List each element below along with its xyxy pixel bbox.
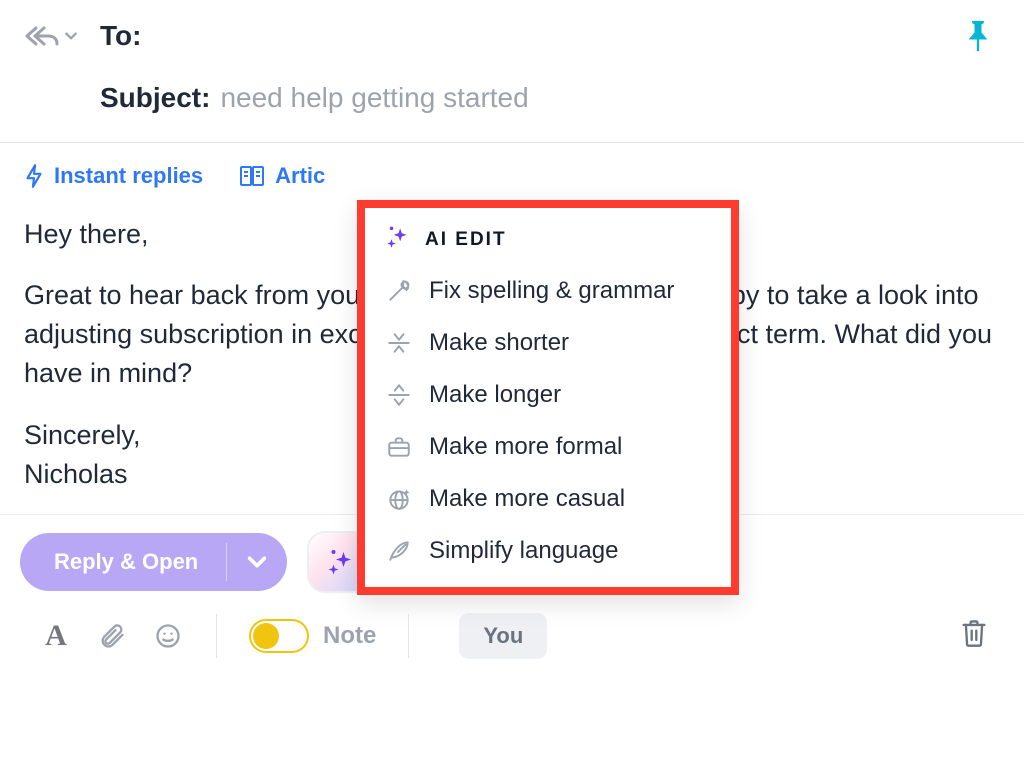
feather-icon <box>385 537 413 565</box>
delete-button[interactable] <box>960 618 988 653</box>
compose-header: To: Subject: need help getting started <box>0 0 1024 124</box>
ai-item-label: Make shorter <box>429 329 569 357</box>
toolbar-separator-2 <box>408 614 409 658</box>
paperclip-icon <box>98 622 126 650</box>
ai-item-make-more-casual[interactable]: Make more casual <box>375 473 721 525</box>
globe-sparkle-icon <box>385 485 413 513</box>
reply-open-split-button: Reply & Open <box>20 533 287 591</box>
assignee-pill[interactable]: You <box>459 613 547 659</box>
ai-item-label: Make longer <box>429 381 561 409</box>
collapse-vertical-icon <box>385 329 413 357</box>
emoji-button[interactable] <box>152 620 184 652</box>
briefcase-icon <box>385 433 413 461</box>
note-label: Note <box>323 622 376 650</box>
expand-vertical-icon <box>385 381 413 409</box>
subject-value[interactable]: need help getting started <box>220 82 528 114</box>
reply-open-dropdown[interactable] <box>227 533 287 591</box>
text-format-button[interactable]: A <box>40 620 72 652</box>
toolbar-separator <box>216 614 217 658</box>
chevron-down-icon <box>64 29 78 43</box>
body-signature: Nicholas <box>24 459 128 489</box>
ai-item-fix-spelling-grammar[interactable]: Fix spelling & grammar <box>375 265 721 317</box>
ai-edit-popover: AI EDIT Fix spelling & grammar Make shor… <box>357 200 739 595</box>
ai-edit-title: AI EDIT <box>425 229 507 251</box>
sparkle-icon <box>326 547 356 577</box>
tab-articles[interactable]: Artic <box>239 163 325 189</box>
assignee-label: You <box>483 623 523 648</box>
reply-open-label: Reply & Open <box>54 549 198 575</box>
ai-item-label: Simplify language <box>429 537 618 565</box>
ai-item-make-longer[interactable]: Make longer <box>375 369 721 421</box>
sparkle-icon <box>385 224 411 255</box>
reply-open-button[interactable]: Reply & Open <box>20 533 226 591</box>
note-toggle[interactable] <box>249 619 309 653</box>
articles-icon <box>239 164 265 188</box>
toggle-knob <box>253 623 279 649</box>
ai-item-make-more-formal[interactable]: Make more formal <box>375 421 721 473</box>
insert-tabs: Instant replies Artic <box>0 143 1024 197</box>
wrench-icon <box>385 277 413 305</box>
trash-icon <box>960 618 988 648</box>
note-toggle-group: Note <box>249 619 376 653</box>
reply-type-dropdown[interactable] <box>24 24 78 48</box>
ai-item-label: Make more casual <box>429 485 625 513</box>
subject-label: Subject: <box>100 82 210 114</box>
format-toolbar: A Note You <box>0 603 1024 669</box>
tab-instant-replies-label: Instant replies <box>54 163 203 189</box>
ai-item-simplify-language[interactable]: Simplify language <box>375 525 721 577</box>
smile-icon <box>154 622 182 650</box>
tab-instant-replies[interactable]: Instant replies <box>24 163 203 189</box>
ai-item-label: Make more formal <box>429 433 622 461</box>
subject-row: Subject: need help getting started <box>100 82 992 114</box>
chevron-down-icon <box>246 551 268 573</box>
body-signoff-text: Sincerely, <box>24 420 141 450</box>
to-label: To: <box>100 20 141 52</box>
ai-item-label: Fix spelling & grammar <box>429 277 674 305</box>
tab-articles-label: Artic <box>275 163 325 189</box>
ai-edit-header: AI EDIT <box>375 224 721 265</box>
pin-icon[interactable] <box>964 18 992 59</box>
lightning-icon <box>24 163 44 189</box>
to-row: To: <box>24 20 992 52</box>
reply-all-icon <box>24 24 60 48</box>
ai-item-make-shorter[interactable]: Make shorter <box>375 317 721 369</box>
attachment-button[interactable] <box>96 620 128 652</box>
